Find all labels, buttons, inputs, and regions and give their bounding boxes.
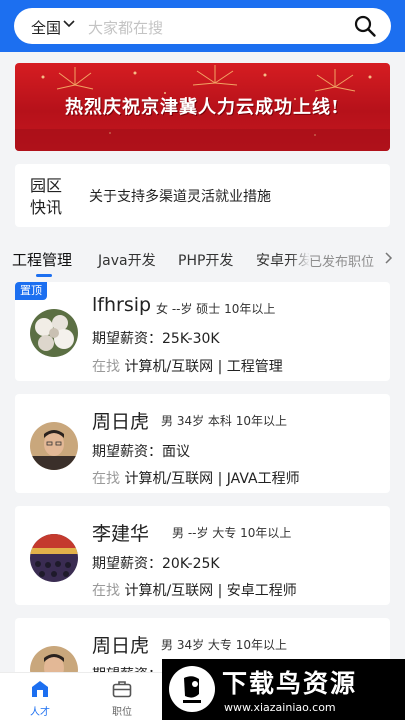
seeking-prefix: 在找 — [92, 471, 120, 487]
city-selector[interactable]: 全国 — [31, 17, 61, 38]
nav-label-talent: 人才 — [30, 707, 50, 718]
candidate-name: 李建华 — [92, 523, 150, 545]
candidate-card[interactable]: 周日虎 男 34岁 本科 10年以上 期望薪资：面议 在找 计算机/互联网 | … — [15, 394, 390, 493]
candidate-card[interactable]: 置顶 lfhrsip 女 --岁 硕士 10年以上 期望薪资：25K-30K 在… — [15, 282, 390, 381]
seeking-value: 计算机/互联网 | 工程管理 — [124, 359, 283, 375]
candidate-meta: 男 34岁 本科 10年以上 — [161, 414, 287, 428]
search-input[interactable]: 大家都在搜 — [88, 17, 163, 38]
briefcase-icon — [112, 681, 132, 698]
tabs-fade — [290, 238, 310, 278]
avatar — [30, 534, 78, 582]
salary-value: 25K-30K — [162, 331, 220, 347]
expected-salary: 期望薪资：面议 — [92, 441, 190, 461]
tab-java[interactable]: Java开发 — [98, 250, 156, 270]
nav-label-jobs: 职位 — [112, 707, 132, 718]
candidate-meta: 女 --岁 硕士 10年以上 — [156, 302, 276, 316]
candidate-meta: 男 --岁 大专 10年以上 — [172, 526, 292, 540]
candidate-name: 周日虎 — [92, 635, 150, 657]
promo-banner[interactable]: 热烈庆祝京津冀人力云成功上线! — [15, 63, 390, 151]
category-tabs: 工程管理 Java开发 PHP开发 安卓开发 已发布职位 — [0, 238, 405, 278]
home-icon — [32, 681, 48, 697]
news-tag-line2: 快讯 — [30, 198, 63, 217]
active-tab-indicator — [36, 274, 52, 277]
watermark-url: www.xiazainiao.com — [224, 701, 336, 714]
chevron-right-icon[interactable] — [383, 252, 393, 264]
news-headline[interactable]: 关于支持多渠道灵活就业措施 — [89, 186, 271, 206]
candidate-meta: 男 34岁 大专 10年以上 — [161, 638, 287, 652]
carousel-dots — [15, 142, 390, 148]
salary-label: 期望薪资： — [92, 444, 162, 460]
tab-engineering-management[interactable]: 工程管理 — [12, 249, 72, 270]
candidate-name: lfhrsip — [92, 294, 152, 316]
top-bar: 全国 大家都在搜 — [0, 0, 405, 52]
news-tag-line1: 园区 — [30, 176, 63, 195]
seeking-value: 计算机/互联网 | 安卓工程师 — [124, 583, 297, 599]
news-tag: 园区 快讯 — [30, 175, 70, 219]
salary-label: 期望薪资： — [92, 331, 162, 347]
candidate-name: 周日虎 — [92, 411, 150, 433]
avatar — [30, 422, 78, 470]
seeking-info: 在找 计算机/互联网 | 工程管理 — [92, 356, 283, 376]
seeking-value: 计算机/互联网 | JAVA工程师 — [124, 471, 300, 487]
seeking-info: 在找 计算机/互联网 | JAVA工程师 — [92, 468, 300, 488]
tab-php[interactable]: PHP开发 — [178, 250, 233, 270]
expected-salary: 期望薪资：20K-25K — [92, 553, 220, 573]
seeking-prefix: 在找 — [92, 359, 120, 375]
salary-label: 期望薪资： — [92, 556, 162, 572]
salary-value: 20K-25K — [162, 556, 220, 572]
nav-talent[interactable]: 人才 — [15, 678, 65, 718]
salary-value: 面议 — [162, 444, 190, 460]
avatar — [30, 309, 78, 357]
nav-jobs[interactable]: 职位 — [97, 678, 147, 718]
watermark-title: 下载鸟资源 — [222, 669, 358, 698]
banner-headline: 热烈庆祝京津冀人力云成功上线! — [65, 97, 340, 118]
watermark-overlay: 下载鸟资源 www.xiazainiao.com — [162, 659, 405, 720]
search-icon[interactable] — [353, 14, 377, 38]
search-bar[interactable]: 全国 大家都在搜 — [14, 8, 391, 44]
posted-jobs-link[interactable]: 已发布职位 — [309, 251, 379, 270]
pinned-badge: 置顶 — [15, 282, 47, 300]
chevron-down-icon[interactable] — [63, 18, 75, 30]
seeking-info: 在找 计算机/互联网 | 安卓工程师 — [92, 580, 297, 600]
seeking-prefix: 在找 — [92, 583, 120, 599]
expected-salary: 期望薪资：25K-30K — [92, 328, 220, 348]
park-news-bar[interactable]: 园区 快讯 关于支持多渠道灵活就业措施 — [15, 164, 390, 227]
watermark-logo-icon — [169, 666, 215, 712]
candidate-card[interactable]: 李建华 男 --岁 大专 10年以上 期望薪资：20K-25K 在找 计算机/互… — [15, 506, 390, 605]
